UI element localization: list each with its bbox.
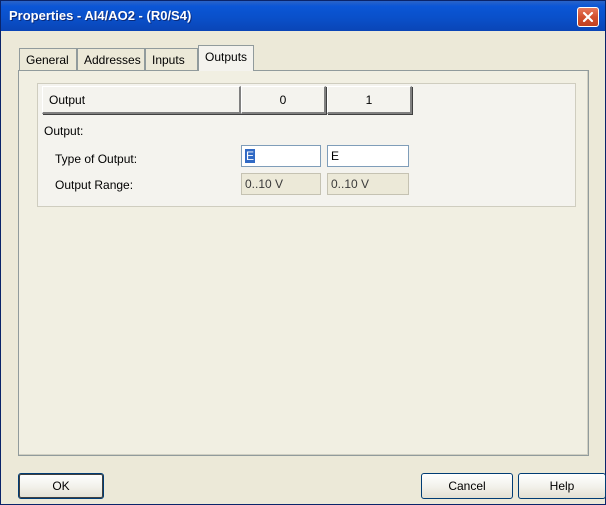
type-of-output-value-1: E [331,149,340,163]
output-range-value-0: 0..10 V [245,177,284,191]
output-column-header: Output [42,86,241,114]
type-of-output-field-0[interactable]: E [241,145,321,167]
type-of-output-value-0: E [245,149,256,163]
channel-0-header[interactable]: 0 [241,86,326,114]
type-of-output-label: Type of Output: [55,152,138,166]
type-of-output-field-1[interactable]: E [327,145,409,167]
output-range-value-1: 0..10 V [331,177,370,191]
cancel-button[interactable]: Cancel [421,473,513,499]
tab-addresses[interactable]: Addresses [77,48,145,70]
help-button[interactable]: Help [518,473,606,499]
tab-general[interactable]: General [19,48,77,70]
title-bar[interactable]: Properties - AI4/AO2 - (R0/S4) [1,1,605,31]
close-icon [582,11,594,23]
tab-outputs[interactable]: Outputs [198,45,254,71]
ok-button[interactable]: OK [18,473,104,499]
outputs-tab-panel: Output 0 1 Output: Type of Output: E E O… [18,70,589,456]
output-range-field-1: 0..10 V [327,173,409,195]
window-title: Properties - AI4/AO2 - (R0/S4) [9,8,192,23]
channel-1-header[interactable]: 1 [327,86,412,114]
output-range-label: Output Range: [55,178,134,192]
tab-inputs[interactable]: Inputs [145,48,198,70]
close-button[interactable] [577,7,599,27]
output-section-label: Output: [44,124,84,138]
properties-dialog: Properties - AI4/AO2 - (R0/S4) General A… [0,0,606,505]
output-parameters-table: Output 0 1 Output: Type of Output: E E O… [37,83,576,207]
output-range-field-0: 0..10 V [241,173,321,195]
